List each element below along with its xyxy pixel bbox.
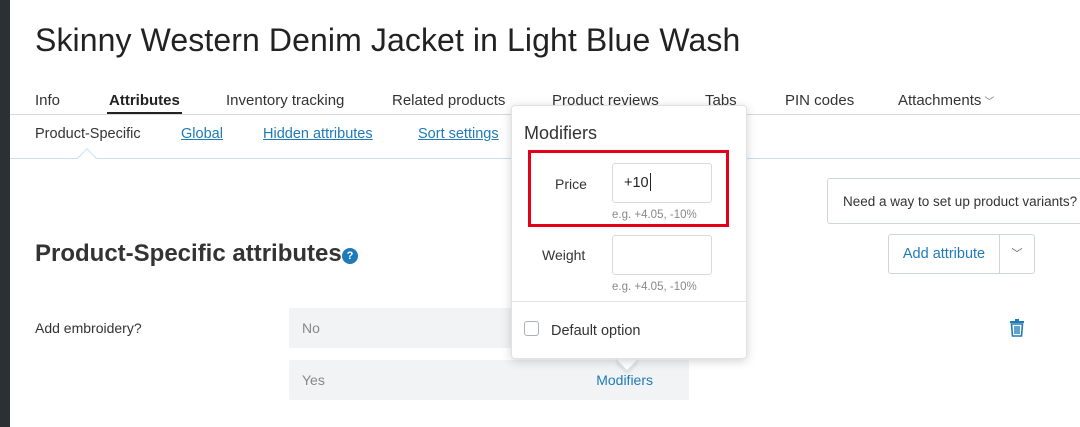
modifiers-popover: Modifiers Price +10 e.g. +4.05, -10% Wei… [511, 105, 747, 359]
tab-attributes[interactable]: Attributes [107, 92, 182, 115]
tab-pin-codes[interactable]: PIN codes [785, 92, 854, 109]
variants-notice[interactable]: Need a way to set up product variants? [827, 178, 1080, 224]
default-option-label[interactable]: Default option [551, 323, 640, 339]
popover-title: Modifiers [524, 123, 598, 143]
subtab-sort-settings[interactable]: Sort settings [418, 126, 499, 142]
page-title: Skinny Western Denim Jacket in Light Blu… [35, 22, 741, 58]
variants-notice-text: Need a way to set up product variants? [843, 194, 1078, 209]
tab-info[interactable]: Info [35, 92, 60, 109]
left-sidebar-rail [0, 0, 10, 427]
tab-attachments[interactable]: Attachments ﹀ [898, 92, 994, 109]
help-icon[interactable]: ? [342, 248, 358, 264]
add-attribute-dropdown-toggle[interactable]: ﹀ [999, 234, 1035, 274]
option-value: No [302, 320, 320, 336]
weight-hint: e.g. +4.05, -10% [612, 281, 697, 293]
tab-inventory-tracking[interactable]: Inventory tracking [226, 92, 344, 109]
default-option-checkbox[interactable] [524, 321, 539, 336]
weight-input[interactable] [612, 235, 712, 275]
chevron-down-icon: ﹀ [1011, 248, 1023, 260]
chevron-down-icon: ﹀ [984, 97, 995, 108]
subtab-hidden-attributes[interactable]: Hidden attributes [263, 126, 373, 142]
tab-related-products[interactable]: Related products [392, 92, 505, 109]
price-highlight-annotation [528, 150, 729, 227]
active-subtab-indicator [77, 148, 97, 168]
subtab-global[interactable]: Global [181, 126, 223, 142]
attribute-label: Add embroidery? [35, 320, 142, 336]
option-value: Yes [302, 372, 325, 388]
weight-label: Weight [542, 247, 586, 263]
trash-icon[interactable] [1009, 319, 1025, 337]
modifiers-link[interactable]: Modifiers [596, 372, 653, 388]
section-title: Product-Specific attributes [35, 240, 342, 267]
tab-attachments-label: Attachments [898, 92, 982, 109]
subtab-product-specific[interactable]: Product-Specific [35, 126, 141, 142]
add-attribute-button[interactable]: Add attribute [888, 234, 1000, 274]
popover-divider [512, 301, 746, 302]
